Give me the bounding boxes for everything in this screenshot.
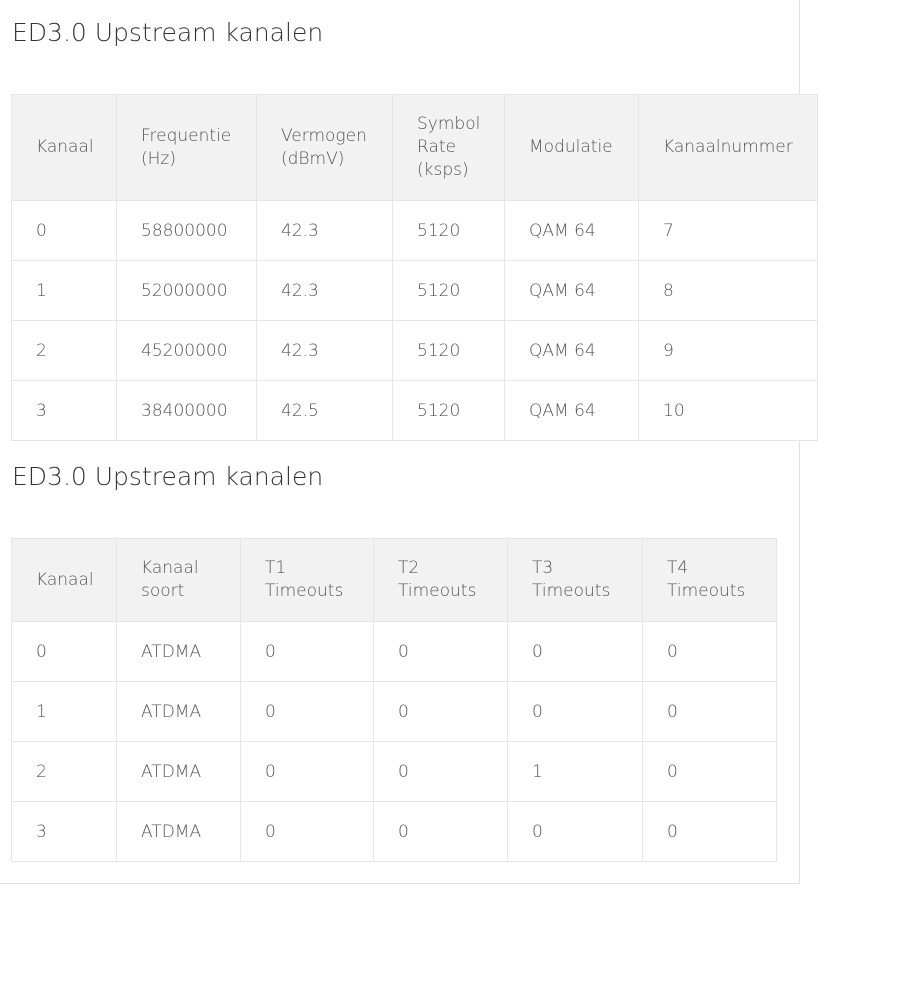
upstream-timeouts-table: Kanaal Kanaal soort T1 Timeouts T2 Timeo… xyxy=(11,538,777,862)
cell-kanaalnummer: 7 xyxy=(638,200,818,261)
cell-t2-timeouts: 0 xyxy=(373,621,508,682)
header-label: Kanaal xyxy=(36,569,94,590)
cell-symbol-rate: 5120 xyxy=(392,200,505,261)
cell-t3-timeouts: 0 xyxy=(507,801,643,862)
header-kanaal: Kanaal xyxy=(11,538,117,622)
cell-t4-timeouts: 0 xyxy=(642,741,777,802)
cell-kanaal: 3 xyxy=(11,801,117,862)
header-modulatie: Modulatie xyxy=(504,94,639,201)
header-kanaalnummer: Kanaalnummer xyxy=(638,94,818,201)
cell-kanaalnummer: 9 xyxy=(638,320,818,381)
header-label: Kanaalnummer xyxy=(663,137,793,157)
header-t1-timeouts: T1 Timeouts xyxy=(240,538,374,622)
cell-t1-timeouts: 0 xyxy=(240,681,374,742)
header-t4-timeouts: T4 Timeouts xyxy=(642,538,777,622)
cell-t4-timeouts: 0 xyxy=(642,621,777,682)
cell-modulatie: QAM 64 xyxy=(504,380,639,441)
header-label: T1 Timeouts xyxy=(265,558,344,601)
cell-kanaal-soort: ATDMA xyxy=(116,741,241,802)
cell-kanaal: 0 xyxy=(11,621,117,682)
header-label: Frequentie (Hz) xyxy=(141,125,232,169)
cell-t4-timeouts: 0 xyxy=(642,801,777,862)
cell-modulatie: QAM 64 xyxy=(504,320,639,381)
header-label: Kanaal xyxy=(36,137,94,157)
page: ED3.0 Upstream kanalen Kanaal Frequentie… xyxy=(0,0,908,1000)
cell-kanaal: 1 xyxy=(11,260,117,321)
header-kanaal-soort: Kanaal soort xyxy=(116,538,241,622)
table-row: 3 ATDMA 0 0 0 0 xyxy=(11,801,777,862)
table-row: 2 ATDMA 0 0 1 0 xyxy=(11,741,777,802)
cell-t3-timeouts: 0 xyxy=(507,681,643,742)
header-label: T3 Timeouts xyxy=(532,558,611,601)
header-t3-timeouts: T3 Timeouts xyxy=(507,538,643,622)
cell-t3-timeouts: 0 xyxy=(507,621,643,682)
cell-frequentie: 38400000 xyxy=(116,380,257,441)
cell-vermogen: 42.3 xyxy=(256,260,393,321)
section-title-upstream-channels: ED3.0 Upstream kanalen xyxy=(12,18,324,47)
table-row: 1 52000000 42.3 5120 QAM 64 8 xyxy=(11,260,818,321)
table-row: 1 ATDMA 0 0 0 0 xyxy=(11,681,777,742)
header-label: T2 Timeouts xyxy=(398,558,477,601)
cell-t2-timeouts: 0 xyxy=(373,681,508,742)
table-row: 0 58800000 42.3 5120 QAM 64 7 xyxy=(11,200,818,261)
cell-t3-timeouts: 1 xyxy=(507,741,643,802)
table-row: 0 ATDMA 0 0 0 0 xyxy=(11,621,777,682)
cell-t4-timeouts: 0 xyxy=(642,681,777,742)
cell-symbol-rate: 5120 xyxy=(392,380,505,441)
header-frequentie: Frequentie (Hz) xyxy=(116,94,257,201)
cell-kanaal-soort: ATDMA xyxy=(116,681,241,742)
cell-t1-timeouts: 0 xyxy=(240,741,374,802)
header-label: Vermogen (dBmV) xyxy=(281,125,367,169)
header-symbol-rate: Symbol Rate (ksps) xyxy=(392,94,505,201)
cell-kanaal: 2 xyxy=(11,320,117,381)
cell-kanaal-soort: ATDMA xyxy=(116,801,241,862)
upstream-channels-table: Kanaal Frequentie (Hz) Vermogen (dBmV) S… xyxy=(11,94,818,441)
cell-modulatie: QAM 64 xyxy=(504,200,639,261)
header-label: T4 Timeouts xyxy=(667,558,746,601)
header-t2-timeouts: T2 Timeouts xyxy=(373,538,508,622)
table-row: 3 38400000 42.5 5120 QAM 64 10 xyxy=(11,380,818,441)
cell-modulatie: QAM 64 xyxy=(504,260,639,321)
cell-t1-timeouts: 0 xyxy=(240,621,374,682)
cell-kanaal: 2 xyxy=(11,741,117,802)
cell-vermogen: 42.3 xyxy=(256,320,393,381)
cell-frequentie: 52000000 xyxy=(116,260,257,321)
table-header-row: Kanaal Frequentie (Hz) Vermogen (dBmV) S… xyxy=(11,94,818,201)
cell-vermogen: 42.3 xyxy=(256,200,393,261)
section-title-upstream-timeouts: ED3.0 Upstream kanalen xyxy=(12,462,324,491)
header-kanaal: Kanaal xyxy=(11,94,117,201)
cell-kanaal-soort: ATDMA xyxy=(116,621,241,682)
header-label: Symbol Rate (ksps) xyxy=(417,114,481,180)
cell-t2-timeouts: 0 xyxy=(373,741,508,802)
header-vermogen: Vermogen (dBmV) xyxy=(256,94,393,201)
header-label: Kanaal soort xyxy=(141,558,199,601)
cell-kanaal: 3 xyxy=(11,380,117,441)
cell-vermogen: 42.5 xyxy=(256,380,393,441)
header-label: Modulatie xyxy=(529,137,613,157)
cell-kanaal: 0 xyxy=(11,200,117,261)
table-header-row: Kanaal Kanaal soort T1 Timeouts T2 Timeo… xyxy=(11,538,777,622)
cell-kanaal: 1 xyxy=(11,681,117,742)
table-row: 2 45200000 42.3 5120 QAM 64 9 xyxy=(11,320,818,381)
cell-frequentie: 58800000 xyxy=(116,200,257,261)
cell-symbol-rate: 5120 xyxy=(392,320,505,381)
cell-symbol-rate: 5120 xyxy=(392,260,505,321)
cell-kanaalnummer: 8 xyxy=(638,260,818,321)
cell-kanaalnummer: 10 xyxy=(638,380,818,441)
cell-frequentie: 45200000 xyxy=(116,320,257,381)
cell-t2-timeouts: 0 xyxy=(373,801,508,862)
cell-t1-timeouts: 0 xyxy=(240,801,374,862)
